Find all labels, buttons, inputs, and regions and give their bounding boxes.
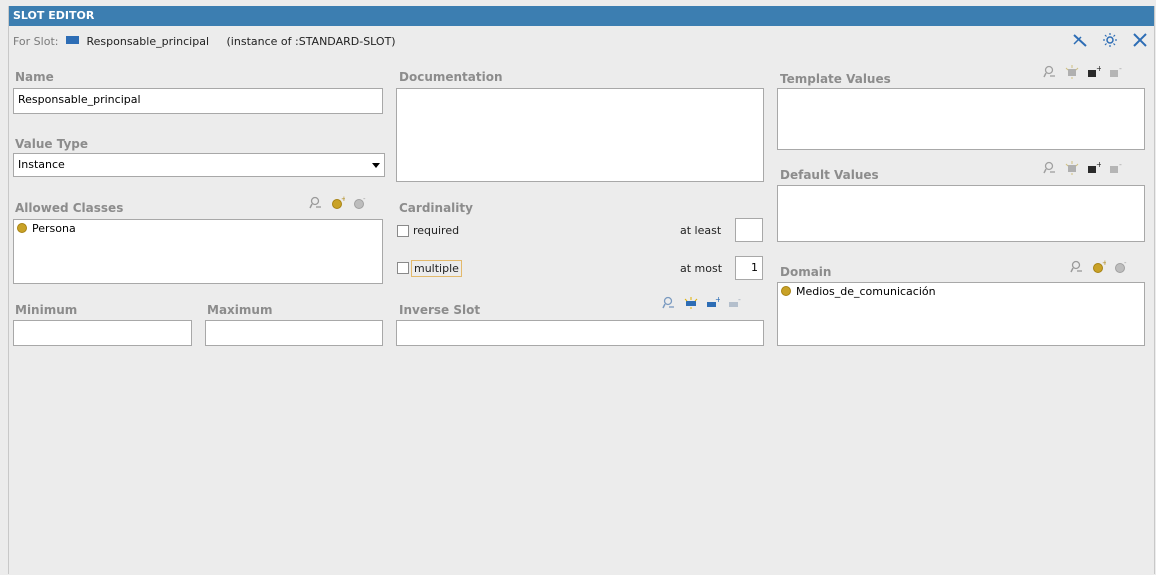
domain-label: Domain bbox=[780, 265, 832, 279]
remove-icon[interactable]: - bbox=[1109, 160, 1123, 175]
default-values-list[interactable] bbox=[777, 185, 1145, 242]
name-input[interactable]: Responsable_principal bbox=[13, 88, 383, 114]
create-icon[interactable] bbox=[1065, 65, 1079, 79]
domain-class-name: Medios_de_comunicación bbox=[796, 285, 936, 298]
required-checkbox[interactable] bbox=[397, 225, 409, 237]
create-icon[interactable] bbox=[1065, 161, 1079, 175]
inverse-slot-toolbar: + - bbox=[662, 295, 742, 310]
remove-class-icon[interactable]: - bbox=[353, 195, 367, 210]
svg-text:-: - bbox=[1124, 260, 1127, 267]
list-item[interactable]: Medios_de_comunicación bbox=[781, 285, 936, 298]
svg-text:-: - bbox=[1119, 161, 1122, 169]
default-values-label: Default Values bbox=[780, 168, 879, 182]
template-values-toolbar: + - bbox=[1043, 64, 1123, 79]
view-icon[interactable] bbox=[309, 196, 323, 210]
view-icon[interactable] bbox=[1043, 161, 1057, 175]
svg-text:-: - bbox=[363, 196, 366, 203]
chevron-down-icon[interactable] bbox=[368, 154, 384, 176]
name-label: Name bbox=[15, 70, 54, 84]
documentation-textarea[interactable] bbox=[396, 88, 764, 182]
for-slot-name: Responsable_principal bbox=[86, 35, 210, 48]
svg-text:-: - bbox=[738, 296, 741, 304]
header-toolbar bbox=[1072, 32, 1148, 48]
value-type-select[interactable]: Instance bbox=[13, 153, 385, 177]
multiple-label: multiple bbox=[411, 260, 462, 277]
add-class-icon[interactable]: + bbox=[1092, 259, 1108, 274]
instance-of-text: (instance of :STANDARD-SLOT) bbox=[226, 35, 396, 48]
at-most-label: at most bbox=[680, 262, 723, 275]
allowed-classes-toolbar: + - bbox=[309, 195, 367, 210]
required-label: required bbox=[413, 224, 460, 237]
template-values-label: Template Values bbox=[780, 72, 891, 86]
configure-icon[interactable] bbox=[1102, 32, 1118, 48]
domain-toolbar: + - bbox=[1070, 259, 1128, 274]
svg-text:+: + bbox=[1102, 260, 1106, 267]
minimum-label: Minimum bbox=[15, 303, 78, 317]
domain-list[interactable]: Medios_de_comunicación bbox=[777, 282, 1145, 346]
add-icon[interactable]: + bbox=[1087, 64, 1103, 79]
add-class-icon[interactable]: + bbox=[331, 195, 347, 210]
remove-slot-icon[interactable]: - bbox=[728, 295, 742, 310]
inverse-slot-label: Inverse Slot bbox=[399, 303, 481, 317]
allowed-classes-label: Allowed Classes bbox=[15, 201, 124, 215]
view-icon[interactable] bbox=[662, 296, 676, 310]
for-slot-label: For Slot: bbox=[13, 35, 59, 48]
at-least-input[interactable] bbox=[735, 218, 763, 242]
add-icon[interactable]: + bbox=[1087, 160, 1103, 175]
minimum-input[interactable] bbox=[13, 320, 192, 346]
svg-text:-: - bbox=[1119, 65, 1122, 73]
svg-text:+: + bbox=[715, 296, 720, 304]
at-most-input[interactable]: 1 bbox=[735, 256, 763, 280]
add-slot-icon[interactable]: + bbox=[706, 295, 722, 310]
window-title: SLOT EDITOR bbox=[9, 6, 1154, 26]
allowed-classes-list[interactable]: Persona bbox=[13, 219, 383, 284]
list-item[interactable]: Persona bbox=[17, 222, 76, 235]
remove-icon[interactable]: - bbox=[1109, 64, 1123, 79]
slot-icon bbox=[65, 36, 79, 44]
class-icon bbox=[17, 223, 27, 233]
value-type-label: Value Type bbox=[15, 137, 89, 151]
allowed-class-name: Persona bbox=[32, 222, 76, 235]
create-slot-icon[interactable] bbox=[684, 296, 698, 310]
hide-icon[interactable] bbox=[1072, 32, 1088, 48]
close-icon[interactable] bbox=[1132, 32, 1148, 48]
inverse-slot-input[interactable] bbox=[396, 320, 764, 346]
documentation-label: Documentation bbox=[399, 70, 503, 84]
svg-text:+: + bbox=[341, 196, 345, 203]
value-type-selected: Instance bbox=[18, 158, 65, 171]
default-values-toolbar: + - bbox=[1043, 160, 1123, 175]
cardinality-label: Cardinality bbox=[399, 201, 473, 215]
class-icon bbox=[781, 286, 791, 296]
remove-class-icon[interactable]: - bbox=[1114, 259, 1128, 274]
view-icon[interactable] bbox=[1070, 260, 1084, 274]
template-values-list[interactable] bbox=[777, 88, 1145, 150]
maximum-label: Maximum bbox=[207, 303, 273, 317]
slot-editor-window: SLOT EDITOR For Slot: Responsable_princi… bbox=[8, 6, 1155, 574]
svg-text:+: + bbox=[1096, 161, 1101, 169]
multiple-checkbox[interactable] bbox=[397, 262, 409, 274]
maximum-input[interactable] bbox=[205, 320, 383, 346]
for-slot-header: For Slot: Responsable_principal (instanc… bbox=[13, 35, 396, 48]
at-least-label: at least bbox=[680, 224, 722, 237]
svg-text:+: + bbox=[1096, 65, 1101, 73]
view-icon[interactable] bbox=[1043, 65, 1057, 79]
